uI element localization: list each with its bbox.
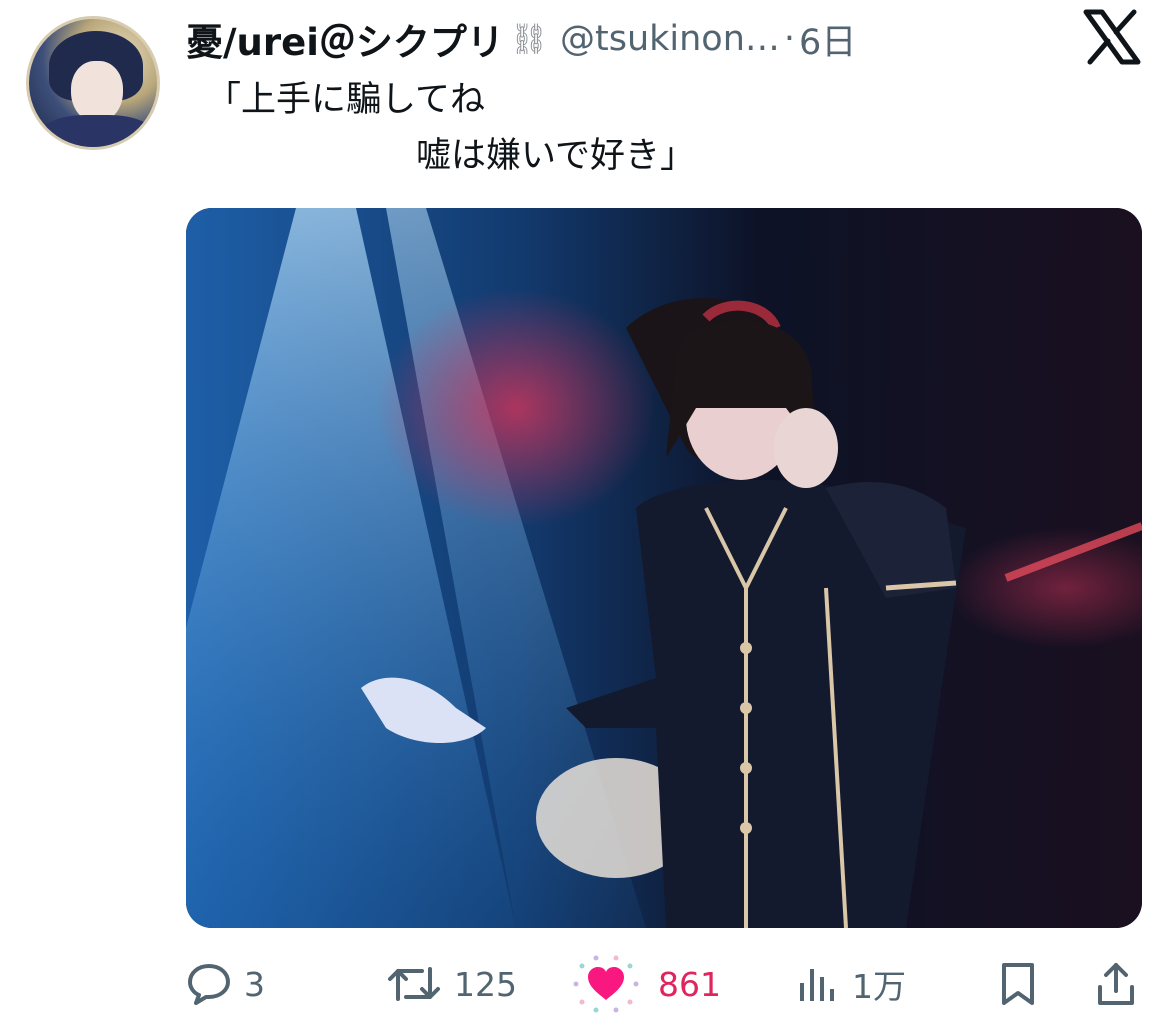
views-count: 1万 bbox=[852, 967, 906, 1006]
reply-count: 3 bbox=[244, 964, 265, 1004]
display-name[interactable]: 憂/urei＠シクプリ bbox=[186, 12, 504, 66]
tweet-text: 「上手に騙してね 嘘は嫌いで好き」 bbox=[206, 72, 695, 184]
x-logo-icon[interactable] bbox=[1082, 8, 1142, 66]
bookmark-button[interactable] bbox=[998, 952, 1038, 1016]
bookmark-icon bbox=[1002, 963, 1034, 1005]
avatar[interactable] bbox=[26, 16, 160, 150]
like-button[interactable]: 861 bbox=[566, 952, 721, 1016]
action-bar: 3 125 861 1万 bbox=[186, 952, 1146, 1016]
separator-dot: · bbox=[783, 19, 796, 59]
reply-button[interactable]: 3 bbox=[186, 952, 265, 1016]
user-handle[interactable]: @tsukinon… bbox=[560, 19, 780, 59]
retweet-icon bbox=[388, 967, 440, 1001]
tweet-header: 憂/urei＠シクプリ ⛓ @tsukinon… · 6日 bbox=[186, 12, 856, 66]
timestamp[interactable]: 6日 bbox=[799, 14, 856, 65]
like-count: 861 bbox=[658, 964, 721, 1004]
share-button[interactable] bbox=[1094, 952, 1138, 1016]
tweet-photo[interactable] bbox=[186, 208, 1142, 928]
retweet-button[interactable]: 125 bbox=[386, 952, 517, 1016]
analytics-icon bbox=[800, 969, 834, 1001]
avatar-face bbox=[71, 61, 123, 123]
tweet-text-line-2: 嘘は嫌いで好き」 bbox=[206, 136, 695, 176]
avatar-coat bbox=[39, 115, 155, 147]
retweet-count: 125 bbox=[454, 964, 517, 1004]
heart-filled-icon bbox=[573, 955, 639, 1013]
views-button[interactable]: 1万 bbox=[796, 952, 906, 1016]
reply-icon bbox=[188, 964, 230, 1005]
tweet-text-line-1: 「上手に騙してね bbox=[206, 80, 485, 120]
chain-emoji-icon: ⛓ bbox=[509, 21, 548, 57]
share-icon bbox=[1098, 963, 1134, 1005]
